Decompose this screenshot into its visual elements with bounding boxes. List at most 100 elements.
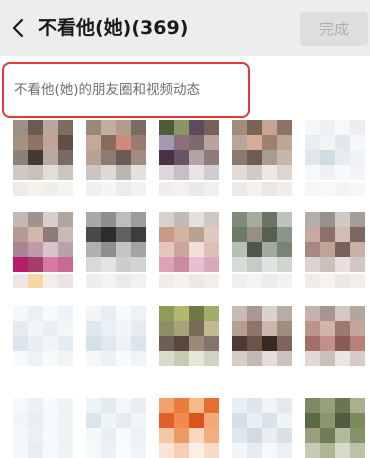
caption-mosaic-cell [116,274,131,288]
avatar-mosaic-cell [101,242,116,257]
avatar-mosaic-cell [204,413,219,428]
caption-mosaic-cell [320,274,335,288]
avatar-mosaic-cell [86,443,101,458]
contact-avatar[interactable] [232,120,292,180]
avatar-mosaic-cell [320,165,335,180]
avatar-mosaic-cell [204,321,219,336]
avatar-mosaic-cell [131,321,146,336]
avatar-mosaic-cell [277,351,292,366]
contact-avatar-grid [0,120,370,458]
avatar-mosaic-cell [28,398,43,413]
avatar-mosaic-cell [159,428,174,443]
avatar-mosaic-cell [101,165,116,180]
avatar-mosaic-cell [247,336,262,351]
back-button[interactable] [8,14,30,42]
avatar-mosaic-cell [262,120,277,135]
avatar-mosaic-cell [320,321,335,336]
avatar-mosaic-cell [13,413,28,428]
avatar-mosaic-cell [277,150,292,165]
avatar-mosaic-cell [28,150,43,165]
avatar-mosaic-cell [320,351,335,366]
done-button[interactable]: 完成 [300,12,368,46]
avatar-mosaic-cell [320,306,335,321]
avatar-mosaic-cell [43,398,58,413]
avatar-mosaic-cell [262,351,277,366]
avatar-mosaic-cell [159,120,174,135]
avatar-mosaic-cell [116,443,131,458]
avatar-mosaic-cell [247,135,262,150]
contact-avatar[interactable] [13,120,73,180]
avatar-mosaic-cell [116,227,131,242]
avatar-mosaic-cell [101,227,116,242]
avatar-mosaic-cell [174,165,189,180]
avatar-mosaic-cell [101,321,116,336]
contact-avatar[interactable] [159,306,219,366]
avatar-mosaic-cell [131,135,146,150]
avatar-mosaic-cell [101,443,116,458]
avatar-mosaic-cell [262,135,277,150]
contact-avatar[interactable] [305,306,365,366]
contact-avatar[interactable] [86,306,146,366]
avatar-mosaic-cell [159,351,174,366]
avatar-mosaic-cell [86,212,101,227]
caption-mosaic-cell [159,182,174,196]
avatar-mosaic-cell [101,120,116,135]
contact-avatar[interactable] [159,120,219,180]
contact-avatar[interactable] [305,398,365,458]
caption-mosaic-cell [305,274,320,288]
avatar-mosaic-cell [320,398,335,413]
contact-avatar[interactable] [86,212,146,272]
contact-avatar[interactable] [13,398,73,458]
avatar-mosaic-cell [189,165,204,180]
avatar-mosaic-cell [189,428,204,443]
avatar-mosaic-cell [247,150,262,165]
avatar-mosaic-cell [262,306,277,321]
avatar-mosaic-cell [277,321,292,336]
contact-avatar[interactable] [13,212,73,272]
caption-mosaic-cell [204,182,219,196]
avatar-mosaic-cell [320,135,335,150]
avatar-mosaic-cell [86,150,101,165]
avatar-mosaic-cell [58,227,73,242]
contact-name-blurred [159,182,219,196]
contact-avatar[interactable] [232,306,292,366]
avatar-mosaic-cell [13,306,28,321]
avatar-mosaic-cell [247,257,262,272]
avatar-mosaic-cell [159,398,174,413]
caption-mosaic-cell [247,182,262,196]
avatar-mosaic-cell [101,351,116,366]
avatar-mosaic-cell [101,336,116,351]
avatar-mosaic-cell [204,306,219,321]
contact-avatar[interactable] [159,398,219,458]
avatar-mosaic-cell [13,321,28,336]
caption-mosaic-cell [277,182,292,196]
avatar-mosaic-cell [232,443,247,458]
avatar-mosaic-cell [335,321,350,336]
avatar-mosaic-cell [174,242,189,257]
avatar-mosaic-cell [116,351,131,366]
contact-avatar[interactable] [305,120,365,180]
avatar-mosaic-cell [58,242,73,257]
avatar-mosaic-cell [28,336,43,351]
contact-avatar[interactable] [86,120,146,180]
avatar-mosaic-cell [335,150,350,165]
avatar-mosaic-cell [131,212,146,227]
contact-avatar[interactable] [159,212,219,272]
contact-avatar[interactable] [13,306,73,366]
contact-avatar[interactable] [86,398,146,458]
avatar-mosaic-cell [159,257,174,272]
avatar-mosaic-cell [189,227,204,242]
avatar-mosaic-cell [247,165,262,180]
avatar-mosaic-cell [305,306,320,321]
avatar-mosaic-cell [232,120,247,135]
caption-mosaic-cell [335,182,350,196]
contact-avatar[interactable] [305,212,365,272]
avatar-mosaic-cell [43,227,58,242]
avatar-mosaic-cell [189,321,204,336]
avatar-mosaic-cell [305,120,320,135]
avatar-mosaic-cell [335,413,350,428]
contact-avatar[interactable] [232,398,292,458]
avatar-mosaic-cell [305,135,320,150]
contact-name-blurred [86,274,146,288]
contact-avatar[interactable] [232,212,292,272]
